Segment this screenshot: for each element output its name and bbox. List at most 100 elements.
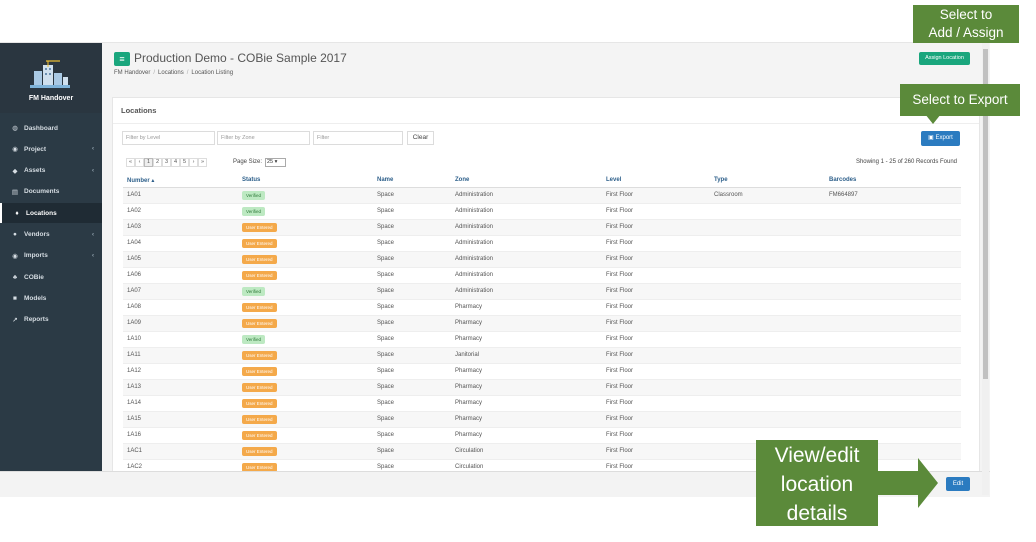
export-button[interactable]: ▣ Export: [921, 131, 960, 146]
cell-number: 1A11: [127, 352, 141, 358]
table-row[interactable]: 1A12 User Entered Space Pharmacy First Floor: [123, 364, 961, 380]
cell-name: Space: [377, 384, 395, 390]
column-header-zone[interactable]: Zone: [455, 177, 469, 183]
table-row[interactable]: 1A07 Verified Space Administration First Flo…: [123, 284, 961, 300]
menu-toggle-icon[interactable]: ≡: [114, 52, 130, 66]
cell-level: First Floor: [606, 208, 633, 214]
dashboard-icon: ◍: [12, 125, 18, 132]
cell-number: 1AC2: [127, 464, 143, 470]
table-row[interactable]: 1A02 Verified Space Administration First Flo…: [123, 204, 961, 220]
table-row[interactable]: 1A11 User Entered Space Janitorial First Flo…: [123, 348, 961, 364]
sidebar-item-project[interactable]: ◉ Project ‹: [0, 139, 102, 159]
cell-number: 1A14: [127, 400, 142, 406]
table-row[interactable]: 1A04 User Entered Space Administration First…: [123, 236, 961, 252]
cell-zone: Pharmacy: [455, 368, 483, 374]
cell-level: First Floor: [606, 384, 633, 390]
sidebar-item-dashboard[interactable]: ◍ Dashboard: [0, 118, 102, 138]
cell-zone: Pharmacy: [455, 304, 483, 310]
column-header-name[interactable]: Name: [377, 177, 393, 183]
callout-edit-line-2: location: [780, 473, 854, 496]
breadcrumb-item-locations[interactable]: Locations: [158, 70, 184, 76]
cell-name: Space: [377, 304, 395, 310]
status-badge: Verified: [242, 335, 266, 344]
sidebar-item-vendors[interactable]: ● Vendors ‹: [0, 225, 102, 245]
panel-title: Locations: [121, 106, 157, 115]
cell-type: Classroom: [714, 192, 743, 198]
sidebar-item-label: COBie: [24, 273, 44, 281]
callout-edit-arrow: [878, 458, 938, 508]
table-row[interactable]: 1A14 User Entered Space Pharmacy First Floor: [123, 396, 961, 412]
sidebar-item-documents[interactable]: ▤ Documents: [0, 182, 102, 202]
cell-level: First Floor: [606, 464, 633, 470]
cell-zone: Administration: [455, 288, 494, 294]
pager-prev-button[interactable]: ‹: [135, 158, 144, 167]
table-row[interactable]: 1A06 User Entered Space Administration First…: [123, 268, 961, 284]
table-row[interactable]: 1A10 Verified Space Pharmacy First Floor: [123, 332, 961, 348]
cell-number: 1A12: [127, 368, 142, 374]
filter-by-zone-input[interactable]: Filter by Zone: [217, 131, 310, 145]
cell-level: First Floor: [606, 448, 633, 454]
column-header-barcodes[interactable]: Barcodes: [829, 177, 856, 183]
pager-next-button[interactable]: ›: [189, 158, 198, 167]
export-label: Export: [935, 135, 953, 141]
cell-level: First Floor: [606, 192, 633, 198]
pager-page-4[interactable]: 4: [171, 158, 180, 167]
sidebar-item-models[interactable]: ■ Models: [0, 288, 102, 308]
table-row[interactable]: 1A08 User Entered Space Pharmacy First Floor: [123, 300, 961, 316]
table-row[interactable]: 1A09 User Entered Space Pharmacy First Floor: [123, 316, 961, 332]
sidebar-item-reports[interactable]: ↗ Reports: [0, 310, 102, 330]
pager-last-button[interactable]: »: [198, 158, 207, 167]
column-header-status[interactable]: Status: [242, 177, 260, 183]
table-row[interactable]: 1A13 User Entered Space Pharmacy First Floor: [123, 380, 961, 396]
filter-by-level-input[interactable]: Filter by Level: [122, 131, 215, 145]
table-row[interactable]: 1A03 User Entered Space Administration First…: [123, 220, 961, 236]
filter-input[interactable]: Filter: [313, 131, 403, 145]
callout-export: Select to Export: [900, 84, 1020, 116]
cell-zone: Circulation: [455, 464, 484, 470]
panel-divider: [113, 123, 979, 124]
reports-icon: ↗: [12, 316, 18, 324]
chevron-left-icon: ‹: [92, 231, 94, 238]
column-header-number[interactable]: Number ▴: [127, 177, 154, 184]
status-badge: User Entered: [242, 351, 277, 360]
page-size-select[interactable]: 25 ▾: [265, 158, 286, 167]
table-row[interactable]: 1A15 User Entered Space Pharmacy First Floor: [123, 412, 961, 428]
breadcrumb-item-fm-handover[interactable]: FM Handover: [114, 70, 150, 76]
cell-name: Space: [377, 320, 395, 326]
cell-name: Space: [377, 208, 395, 214]
sidebar-item-label: Assets: [24, 167, 46, 175]
logo-text: FM Handover: [28, 95, 74, 102]
pager-page-2[interactable]: 2: [153, 158, 162, 167]
cell-name: Space: [377, 416, 395, 422]
sidebar-item-label: Imports: [24, 252, 48, 260]
pager-page-1[interactable]: 1: [144, 158, 153, 167]
edit-button[interactable]: Edit: [946, 477, 970, 491]
column-header-type[interactable]: Type: [714, 177, 728, 183]
sidebar-item-imports[interactable]: ◉ Imports ‹: [0, 246, 102, 266]
page-title: Production Demo - COBie Sample 2017: [134, 51, 347, 65]
sidebar-item-cobie[interactable]: ♣ COBie: [0, 267, 102, 287]
sidebar-item-assets[interactable]: ◆ Assets ‹: [0, 161, 102, 181]
app-window: FM Handover ◍ Dashboard ◉ Project ‹ ◆ Assets ‹ ▤…: [0, 42, 990, 497]
sidebar-item-label: Models: [24, 294, 47, 302]
sidebar-item-locations[interactable]: ♦ Locations: [0, 203, 102, 224]
cell-zone: Administration: [455, 272, 494, 278]
status-badge: User Entered: [242, 431, 277, 440]
table-row[interactable]: 1A01 Verified Space Administration First Flo…: [123, 188, 961, 204]
status-badge: User Entered: [242, 319, 277, 328]
pager-page-5[interactable]: 5: [180, 158, 189, 167]
status-badge: User Entered: [242, 271, 277, 280]
imports-icon: ◉: [12, 252, 18, 260]
assign-location-button[interactable]: Assign Location: [919, 52, 970, 65]
pager-page-3[interactable]: 3: [162, 158, 171, 167]
cell-number: 1AC1: [127, 448, 143, 454]
table-row[interactable]: 1A05 User Entered Space Administration First…: [123, 252, 961, 268]
clear-button[interactable]: Clear: [407, 131, 434, 145]
documents-icon: ▤: [11, 188, 19, 196]
pager-first-button[interactable]: «: [126, 158, 135, 167]
cell-level: First Floor: [606, 304, 633, 310]
column-header-level[interactable]: Level: [606, 177, 621, 183]
cell-zone: Pharmacy: [455, 416, 483, 422]
cell-zone: Pharmacy: [455, 432, 483, 438]
cell-number: 1A09: [127, 320, 142, 326]
